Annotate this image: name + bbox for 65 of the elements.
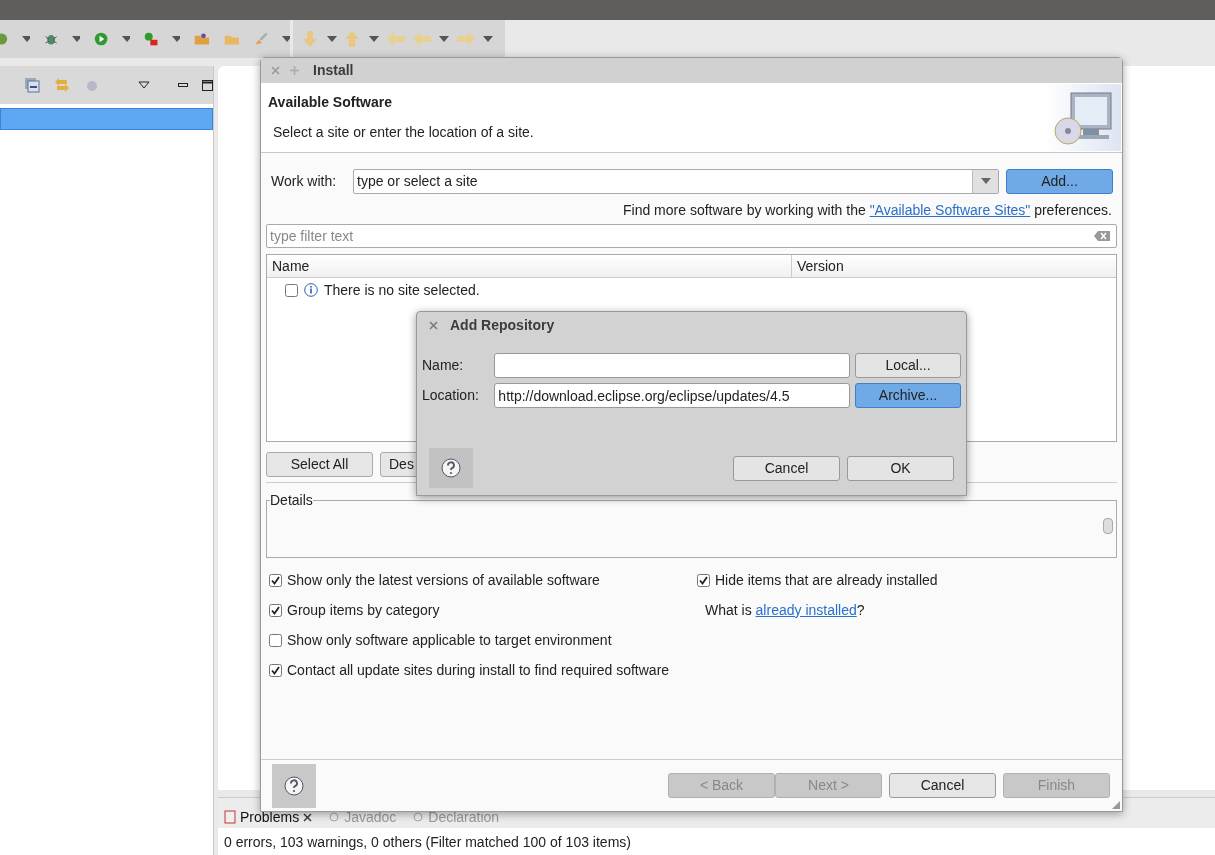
resize-grip-icon[interactable] — [1112, 801, 1120, 809]
run-icon[interactable] — [93, 30, 109, 48]
close-icon[interactable] — [303, 812, 313, 822]
panel-tab[interactable]: Problems — [224, 806, 317, 828]
select-all-button[interactable]: Select All — [266, 452, 373, 477]
tab-icon — [328, 810, 341, 824]
dropdown-caret-icon[interactable] — [369, 36, 379, 42]
tab-icon — [224, 810, 236, 824]
checkbox[interactable] — [269, 603, 282, 617]
work-with-label: Work with: — [270, 171, 338, 191]
scroll-thumb[interactable] — [1103, 518, 1113, 534]
dropdown-caret-icon[interactable] — [21, 36, 30, 42]
checkbox[interactable] — [697, 573, 710, 587]
option-label: Contact all update sites during install to find required software — [287, 660, 670, 680]
status-text: 0 errors, 103 warnings, 0 others (Filter matched 100 of 103 items) — [223, 833, 632, 852]
info-icon — [304, 283, 318, 297]
view-menu-icon[interactable] — [138, 81, 150, 89]
local-button[interactable]: Local... — [855, 353, 961, 378]
window-title: Install — [313, 61, 354, 80]
help-icon — [284, 775, 304, 796]
option-label: Hide items that are already installed — [715, 570, 938, 590]
dropdown-caret-icon[interactable] — [327, 36, 337, 42]
dialog-title: Add Repository — [450, 316, 555, 335]
minimize-icon[interactable] — [178, 82, 188, 88]
tab-icon — [412, 810, 425, 824]
maximize-icon[interactable] — [202, 79, 213, 91]
option-label: Group items by category — [287, 600, 440, 620]
dropdown-caret-icon[interactable] — [122, 36, 131, 42]
cancel-button[interactable]: Cancel — [733, 455, 840, 481]
dropdown-caret-icon[interactable] — [72, 36, 80, 42]
help-button[interactable] — [272, 763, 316, 808]
location-label: Location: — [422, 386, 480, 405]
table-cell-text: There is no site selected. — [324, 280, 480, 300]
name-input[interactable] — [494, 353, 850, 378]
dropdown-caret-icon[interactable] — [282, 36, 290, 42]
folder-icon[interactable] — [194, 31, 211, 47]
sites-hint-text: Find more software by working with the "Available Software Sites" preferences. — [622, 202, 1112, 218]
installed-link[interactable]: already installed — [755, 601, 857, 618]
dropdown-caret-icon[interactable] — [439, 36, 449, 42]
wizard-button[interactable]: Cancel — [889, 773, 996, 798]
installed-hint-text: What is already installed? — [705, 600, 865, 620]
ok-button[interactable]: OK — [847, 455, 954, 481]
run-toolbox-icon[interactable] — [144, 30, 159, 48]
archive-button[interactable]: Archive... — [855, 383, 961, 408]
checkbox[interactable] — [269, 573, 282, 587]
option-label: Show only the latest versions of available software — [287, 570, 600, 590]
clear-icon[interactable] — [1094, 231, 1110, 241]
add-button[interactable]: Add... — [1006, 168, 1113, 194]
checkbox[interactable] — [269, 633, 282, 647]
location-input[interactable]: http://download.eclipse.org/eclipse/updates/4.5 — [494, 383, 850, 408]
dropdown-caret-icon[interactable] — [980, 178, 991, 184]
help-button[interactable] — [429, 448, 473, 488]
option-label: Show only software applicable to target environment — [287, 630, 612, 650]
page-message: Select a site or enter the location of a site. — [272, 123, 534, 142]
column-header[interactable]: Version — [792, 255, 1116, 277]
dropdown-caret-icon[interactable] — [172, 36, 181, 42]
checkbox[interactable] — [269, 663, 282, 677]
checkbox[interactable] — [285, 283, 298, 297]
name-label: Name: — [422, 356, 465, 375]
page-title: Available Software — [268, 93, 393, 112]
dropdown-caret-icon[interactable] — [483, 36, 493, 42]
column-header[interactable]: Name — [267, 255, 792, 277]
sites-link[interactable]: "Available Software Sites" — [869, 202, 1031, 218]
help-icon — [441, 458, 461, 478]
collapse-all-icon[interactable] — [24, 77, 40, 93]
